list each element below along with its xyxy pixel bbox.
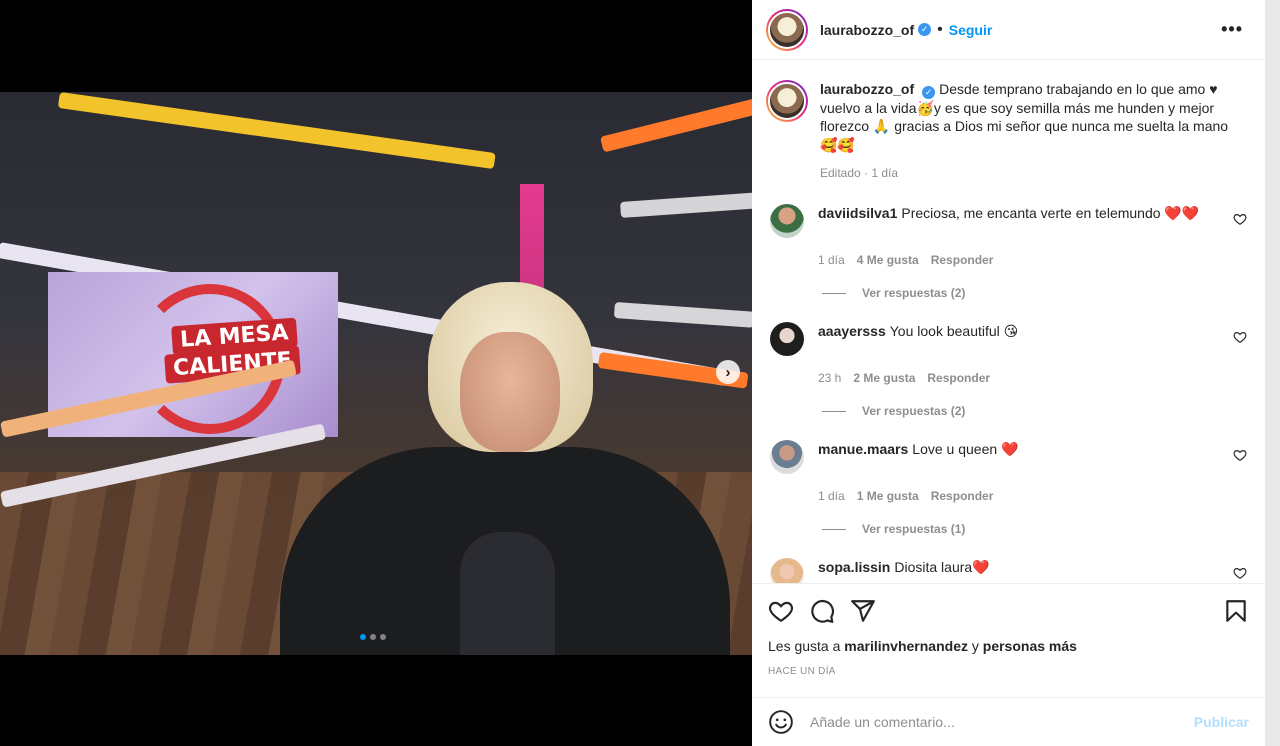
comment-meta: 23 h 2 Me gusta Responder	[818, 371, 1249, 385]
commenter-username[interactable]: sopa.lissin	[818, 559, 890, 575]
like-comment-heart-icon[interactable]	[1233, 566, 1247, 580]
verified-badge-icon: ✓	[922, 85, 936, 99]
author-avatar[interactable]	[766, 80, 808, 122]
comment-text: You look beautiful 😘	[889, 323, 1019, 340]
comment-text: Diosita laura❤️	[894, 559, 990, 576]
caption-meta: Editado · 1 día	[820, 166, 899, 181]
header-separator: •	[937, 20, 943, 38]
reply-button[interactable]: Responder	[931, 489, 994, 503]
caption: laurabozzo_of ✓ Desde temprano trabajando …	[766, 80, 1249, 154]
light-stripe	[613, 302, 752, 328]
like-heart-icon[interactable]	[768, 598, 794, 624]
more-options-icon[interactable]: •••	[1221, 19, 1243, 40]
carousel-dots	[360, 634, 386, 640]
comment-likes[interactable]: 1 Me gusta	[857, 489, 919, 503]
commenter-avatar[interactable]	[770, 204, 804, 239]
like-comment-heart-icon[interactable]	[1233, 448, 1247, 462]
author-avatar[interactable]	[766, 8, 808, 51]
commenter-username[interactable]: aaayersss	[818, 323, 886, 339]
comment-meta: 1 día 1 Me gusta Responder	[818, 489, 1249, 503]
commenter-avatar[interactable]	[770, 440, 804, 475]
author-username[interactable]: laurabozzo_of	[820, 22, 914, 38]
share-paper-plane-icon[interactable]	[850, 598, 876, 624]
likes-summary: Les gusta a marilinvhernandez y personas…	[768, 638, 1077, 654]
comment-time: 1 día	[818, 489, 845, 504]
carousel-next-button[interactable]: ›	[716, 360, 740, 384]
reply-button[interactable]: Responder	[927, 371, 990, 385]
carousel-dot[interactable]	[360, 634, 366, 640]
save-bookmark-icon[interactable]	[1223, 598, 1249, 624]
add-comment-bar: Publicar	[752, 697, 1265, 746]
carousel-dot[interactable]	[370, 634, 376, 640]
comment: manue.maars Love u queen ❤️ 1 día 1 Me gu…	[766, 440, 1249, 536]
other-likers-link[interactable]: personas más	[983, 638, 1077, 654]
comment-likes[interactable]: 4 Me gusta	[857, 253, 919, 267]
comment-time: 1 día	[818, 253, 845, 268]
caption-username[interactable]: laurabozzo_of	[820, 81, 914, 97]
light-stripe	[57, 92, 496, 170]
liker-username[interactable]: marilinvhernandez	[844, 638, 968, 654]
post-timestamp[interactable]: HACE UN DÍA	[768, 666, 1249, 677]
carousel-dot[interactable]	[380, 634, 386, 640]
post-actions: Les gusta a marilinvhernandez y personas…	[752, 583, 1265, 677]
light-stripe	[600, 98, 752, 153]
comment: aaayersss You look beautiful 😘 23 h 2 Me …	[766, 322, 1249, 418]
page-scrollbar[interactable]	[1265, 0, 1280, 746]
comment-text: Preciosa, me encanta verte en telemundo …	[901, 205, 1200, 222]
person-shirt	[460, 532, 555, 655]
comment: sopa.lissin Diosita laura❤️	[766, 558, 1249, 583]
view-replies-button[interactable]: Ver respuestas (2)	[822, 286, 1249, 300]
caption-text: laurabozzo_of ✓ Desde temprano trabajando …	[820, 80, 1240, 154]
light-stripe	[620, 192, 752, 218]
verified-badge-icon: ✓	[918, 23, 932, 36]
commenter-username[interactable]: daviidsilva1	[818, 205, 897, 221]
like-comment-heart-icon[interactable]	[1233, 212, 1247, 226]
commenter-username[interactable]: manue.maars	[818, 441, 908, 457]
emoji-icon[interactable]	[768, 709, 794, 735]
like-comment-heart-icon[interactable]	[1233, 330, 1247, 344]
view-replies-button[interactable]: Ver respuestas (1)	[822, 522, 1249, 536]
post-panel: laurabozzo_of ✓ • Seguir ••• laurabozzo_…	[752, 0, 1265, 746]
comment-likes[interactable]: 2 Me gusta	[853, 371, 915, 385]
comment-meta: 1 día 4 Me gusta Responder	[818, 253, 1249, 267]
comment-bubble-icon[interactable]	[809, 598, 835, 624]
post-header: laurabozzo_of ✓ • Seguir •••	[752, 0, 1265, 60]
comment: daviidsilva1 Preciosa, me encanta verte e…	[766, 204, 1249, 300]
post-media: LA MESA CALIENTE ›	[0, 0, 752, 746]
follow-button[interactable]: Seguir	[949, 22, 993, 38]
person-face	[460, 332, 560, 452]
comments-list[interactable]: laurabozzo_of ✓ Desde temprano trabajando …	[752, 60, 1265, 583]
comment-input[interactable]	[810, 714, 1194, 730]
chevron-right-icon: ›	[725, 363, 731, 381]
view-replies-button[interactable]: Ver respuestas (2)	[822, 404, 1249, 418]
commenter-avatar[interactable]	[770, 558, 804, 583]
post-photo[interactable]: LA MESA CALIENTE	[0, 92, 752, 655]
commenter-avatar[interactable]	[770, 322, 804, 357]
action-icons	[768, 598, 1249, 624]
reply-button[interactable]: Responder	[931, 253, 994, 267]
comment-time: 23 h	[818, 371, 842, 386]
comment-text: Love u queen ❤️	[912, 441, 1019, 458]
publish-button[interactable]: Publicar	[1194, 714, 1249, 730]
